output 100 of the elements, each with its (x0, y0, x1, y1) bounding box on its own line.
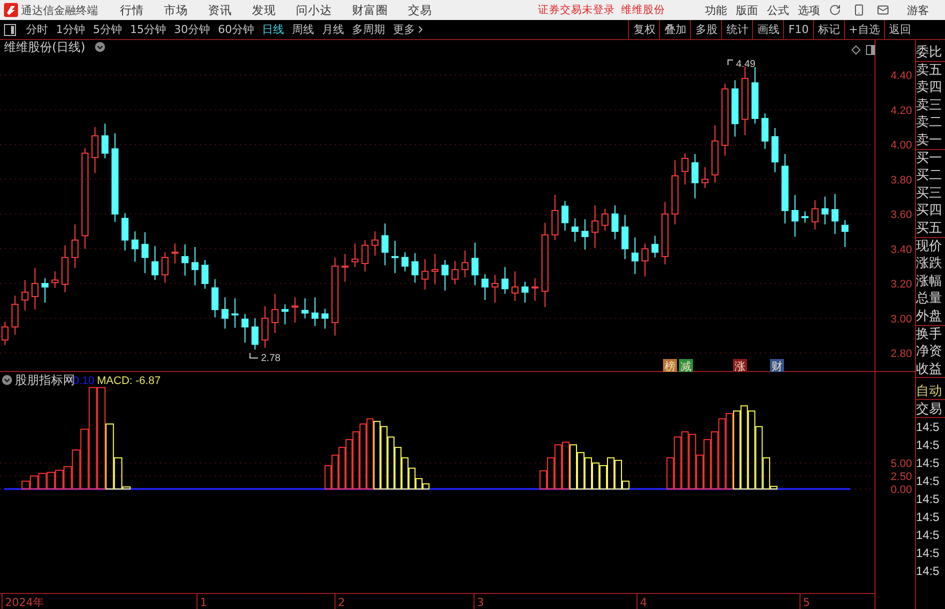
login-status: 证券交易未登录 (538, 3, 615, 17)
mail-icon[interactable] (877, 4, 889, 16)
logo-icon (4, 3, 18, 17)
date-axis-label: 2024年 (5, 596, 44, 609)
toolbar-button[interactable]: +自选 (844, 20, 884, 39)
menu-item[interactable]: 行情 (120, 2, 144, 18)
candlestick (402, 252, 408, 272)
trade-time: 14:5 (916, 419, 940, 436)
candlestick (572, 218, 578, 242)
candlestick (432, 253, 438, 285)
auto-mode-button[interactable]: 自动 (916, 382, 945, 400)
period-tab[interactable]: 5分钟 (89, 22, 126, 37)
toolbar-button[interactable]: 标记 (812, 20, 844, 39)
app-title: 通达信金融终端 (21, 2, 98, 18)
trade-time: 14:5 (916, 563, 940, 580)
candlestick (102, 123, 108, 159)
quote-label: 净资 (916, 343, 943, 361)
signal-tag[interactable]: 涨 (733, 359, 747, 372)
candlestick (522, 281, 528, 304)
date-axis-label: 3 (477, 596, 484, 609)
toolbar-button[interactable]: F10 (783, 20, 813, 39)
quote-label: 卖四 (916, 79, 943, 97)
panel-icon[interactable] (866, 45, 875, 55)
candlestick (352, 243, 358, 268)
candlestick (742, 66, 748, 136)
candlestick (792, 194, 798, 238)
date-axis-label: 4 (640, 596, 647, 609)
period-tab[interactable]: 周线 (288, 22, 318, 37)
trade-time: 14:5 (916, 473, 940, 490)
refresh-icon[interactable] (829, 4, 841, 16)
quote-label: 委比 (916, 44, 945, 62)
quote-label: 收益 (916, 360, 945, 378)
candlestick (582, 218, 588, 250)
candlestick (692, 154, 698, 199)
panel-toggle-icon[interactable] (4, 24, 16, 36)
trade-time: 14:5 (916, 437, 940, 454)
indicator-tick-label: 2.50 (890, 471, 912, 483)
period-tab[interactable]: 30分钟 (170, 22, 214, 37)
phone-icon[interactable] (853, 4, 865, 16)
signal-tag[interactable]: 财 (770, 359, 784, 372)
price-tick-label: 3.60 (890, 209, 912, 221)
quote-label: 买一 (916, 150, 943, 168)
period-tab[interactable]: 日线 (258, 22, 288, 37)
menu-item[interactable]: 发现 (252, 2, 276, 18)
menu-item[interactable]: 交易 (408, 2, 432, 18)
period-tab[interactable]: 60分钟 (214, 22, 258, 37)
quote-label: 买二 (916, 167, 943, 185)
function-menu-item[interactable]: 选项 (798, 2, 820, 18)
chevron-down-icon[interactable] (2, 375, 12, 385)
user-name[interactable]: 游客 (907, 2, 929, 18)
candlestick (832, 194, 838, 234)
trade-tab[interactable]: 交易 (916, 400, 945, 418)
candlestick (272, 293, 278, 334)
candlestick (472, 242, 478, 286)
toolbar-button[interactable]: 多股 (690, 20, 722, 39)
price-tick-label: 2.80 (890, 348, 912, 360)
candlestick (132, 230, 138, 262)
period-tab[interactable]: 更多 (389, 22, 430, 37)
quote-label: 涨跌 (916, 255, 943, 273)
toolbar-button[interactable]: 复权 (628, 20, 660, 39)
toolbar-button[interactable]: 画线 (752, 20, 784, 39)
function-menu-item[interactable]: 公式 (767, 2, 789, 18)
toolbar-button[interactable]: 返回 (884, 20, 915, 39)
candlestick (372, 230, 378, 256)
candlestick (452, 260, 458, 285)
period-tab[interactable]: 分时 (22, 22, 52, 37)
chevron-down-icon[interactable] (95, 42, 105, 52)
period-tab[interactable]: 15分钟 (126, 22, 170, 37)
toolbar-button[interactable]: 叠加 (659, 20, 690, 39)
function-menu-item[interactable]: 功能 (705, 2, 727, 18)
menu-item[interactable]: 问小达 (296, 2, 332, 18)
candlestick (2, 321, 8, 346)
period-tab[interactable]: 1分钟 (52, 22, 89, 37)
trade-time: 14:5 (916, 455, 940, 472)
quote-label: 买五 (916, 220, 945, 238)
date-axis-label: 5 (803, 596, 810, 609)
candlestick (232, 298, 238, 328)
candlestick (802, 210, 808, 224)
diamond-icon[interactable] (851, 45, 861, 55)
candlestick (12, 295, 18, 336)
candlestick (462, 250, 468, 278)
quote-label: 涨幅 (916, 272, 943, 290)
quote-label: 卖三 (916, 96, 943, 114)
menu-item[interactable]: 市场 (164, 2, 188, 18)
candlestick (592, 204, 598, 248)
toolbar-button[interactable]: 统计 (721, 20, 752, 39)
menu-item[interactable]: 财富圈 (352, 2, 388, 18)
menu-item[interactable]: 资讯 (208, 2, 232, 18)
candlestick (482, 273, 488, 300)
candlestick (602, 208, 608, 231)
period-tab[interactable]: 多周期 (348, 22, 389, 37)
candlestick (312, 296, 318, 327)
indicator-parameter: 0.10 (73, 375, 94, 387)
function-menu-item[interactable]: 版面 (736, 2, 758, 18)
price-tick-label: 3.20 (890, 278, 912, 290)
candlestick (772, 128, 778, 173)
candlestick (192, 246, 198, 286)
candlestick (172, 243, 178, 264)
candlestick (682, 152, 688, 185)
period-tab[interactable]: 月线 (318, 22, 348, 37)
